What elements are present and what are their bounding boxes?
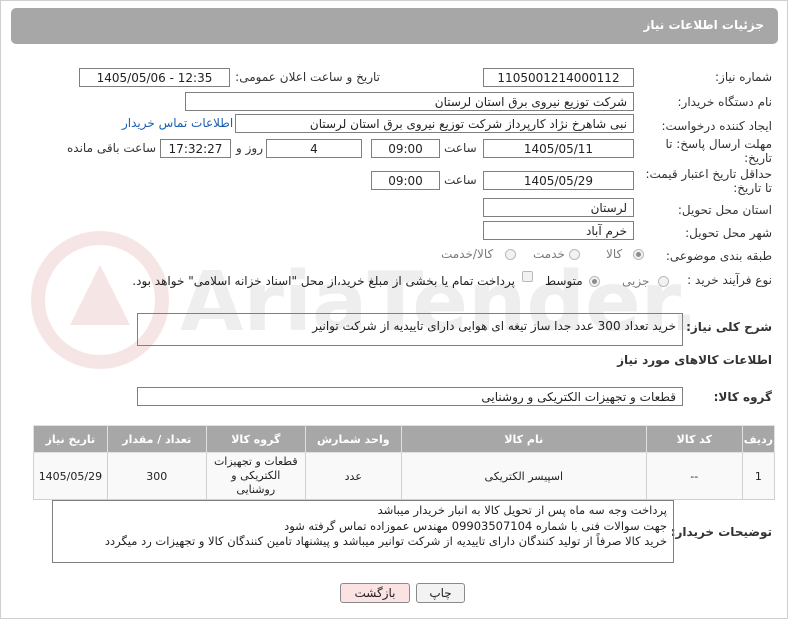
deadline-date-field: 1405/05/11: [483, 139, 634, 158]
price-validity-date-field: 1405/05/29: [483, 171, 634, 190]
buyer-notes-field: پرداخت وجه سه ماه پس از تحویل کالا به ان…: [52, 500, 674, 563]
col-qty-header: تعداد / مقدار: [106, 425, 207, 453]
category-goods-label: کالا: [606, 247, 623, 261]
title-bar: جزئیات اطلاعات نیاز: [11, 8, 778, 44]
deadline-time-label: ساعت: [444, 141, 477, 155]
creator-field: نبی شاهرخ نژاد کارپرداز شرکت توزیع نیروی…: [235, 114, 634, 133]
purchase-minor-label: جزیی: [622, 274, 650, 288]
buyer-notes-line-1: پرداخت وجه سه ماه پس از تحویل کالا به ان…: [377, 503, 667, 517]
col-code-header: کد کالا: [645, 425, 743, 453]
province-label: استان محل تحویل:: [677, 203, 772, 217]
price-validity-time-label: ساعت: [444, 173, 477, 187]
purchase-type-label: نوع فرآیند خرید :: [687, 273, 772, 287]
col-name-header: نام کالا: [400, 425, 647, 453]
category-goods-radio[interactable]: [633, 249, 644, 260]
description-field: خرید تعداد 300 عدد جدا ساز تیغه ای هوایی…: [137, 313, 683, 346]
need-number-field: 1105001214000112: [483, 68, 634, 87]
col-date-header: تاریخ نیاز: [33, 425, 108, 453]
city-field: خرم آباد: [483, 221, 634, 240]
cell-group: قطعات و تجهیزات الکتریکی و روشنایی: [205, 452, 306, 500]
buyer-notes-line-3: خرید کالا صرفاً از تولید کنندگان دارای ت…: [104, 534, 667, 548]
days-field: 4: [266, 139, 362, 158]
goods-info-title: اطلاعات کالاهای مورد نیاز: [617, 353, 772, 367]
cell-unit: عدد: [304, 452, 402, 500]
purchase-medium-label: متوسط: [545, 274, 583, 288]
table-header-row: ردیف کد کالا نام کالا واحد شمارش گروه کا…: [33, 425, 776, 453]
cell-date: 1405/05/29: [33, 452, 108, 500]
buyer-notes-label: توضیحات خریدار:: [670, 525, 772, 539]
announce-label: تاریخ و ساعت اعلان عمومی:: [235, 70, 380, 84]
print-button[interactable]: چاپ: [416, 583, 465, 603]
goods-group-label: گروه کالا:: [713, 390, 772, 404]
category-both-radio[interactable]: [505, 249, 516, 260]
description-label: شرح کلی نیاز:: [686, 320, 772, 334]
col-unit-header: واحد شمارش: [304, 425, 402, 453]
days-label: روز و: [236, 141, 263, 155]
col-group-header: گروه کالا: [205, 425, 306, 453]
purchase-medium-radio[interactable]: [589, 276, 600, 287]
category-both-label: کالا/خدمت: [441, 247, 494, 261]
page-title: جزئیات اطلاعات نیاز: [643, 18, 764, 32]
price-validity-label: حداقل تاریخ اعتبار قیمت: تا تاریخ:: [645, 167, 772, 195]
category-service-label: خدمت: [533, 247, 565, 261]
remaining-label: ساعت باقی مانده: [67, 141, 157, 155]
cell-row: 1: [741, 452, 776, 500]
buyer-notes-line-2: جهت سوالات فنی با شماره 09903507104 مهند…: [284, 518, 667, 533]
deadline-label: مهلت ارسال پاسخ: تا تاریخ:: [665, 137, 772, 165]
treasury-checkbox[interactable]: [522, 271, 533, 282]
treasury-note: پرداخت تمام یا بخشی از مبلغ خرید،از محل …: [132, 274, 515, 288]
announce-field: 1405/05/06 - 12:35: [79, 68, 230, 87]
province-field: لرستان: [483, 198, 634, 217]
goods-group-field: قطعات و تجهیزات الکتریکی و روشنایی: [137, 387, 683, 406]
buyer-org-label: نام دستگاه خریدار:: [677, 95, 773, 109]
purchase-minor-radio[interactable]: [658, 276, 669, 287]
price-validity-time-field: 09:00: [371, 171, 440, 190]
category-service-radio[interactable]: [569, 249, 580, 260]
cell-code: --: [645, 452, 743, 500]
contact-info-link[interactable]: اطلاعات تماس خریدار: [122, 116, 233, 130]
city-label: شهر محل تحویل:: [685, 226, 772, 240]
table-row: 1 -- اسپیسر الکتریکی عدد قطعات و تجهیزات…: [33, 452, 776, 500]
creator-label: ایجاد کننده درخواست:: [661, 119, 772, 133]
buyer-org-field: شرکت توزیع نیروی برق استان لرستان: [185, 92, 634, 111]
remaining-time-field: 17:32:27: [160, 139, 231, 158]
back-button[interactable]: بازگشت: [340, 583, 410, 603]
category-label: طبقه بندی موضوعی:: [665, 249, 772, 263]
need-number-label: شماره نیاز:: [715, 70, 772, 84]
col-row-header: ردیف: [741, 425, 776, 453]
items-table: ردیف کد کالا نام کالا واحد شمارش گروه کا…: [33, 425, 776, 500]
cell-qty: 300: [106, 452, 207, 500]
cell-name: اسپیسر الکتریکی: [400, 452, 647, 500]
deadline-time-field: 09:00: [371, 139, 440, 158]
